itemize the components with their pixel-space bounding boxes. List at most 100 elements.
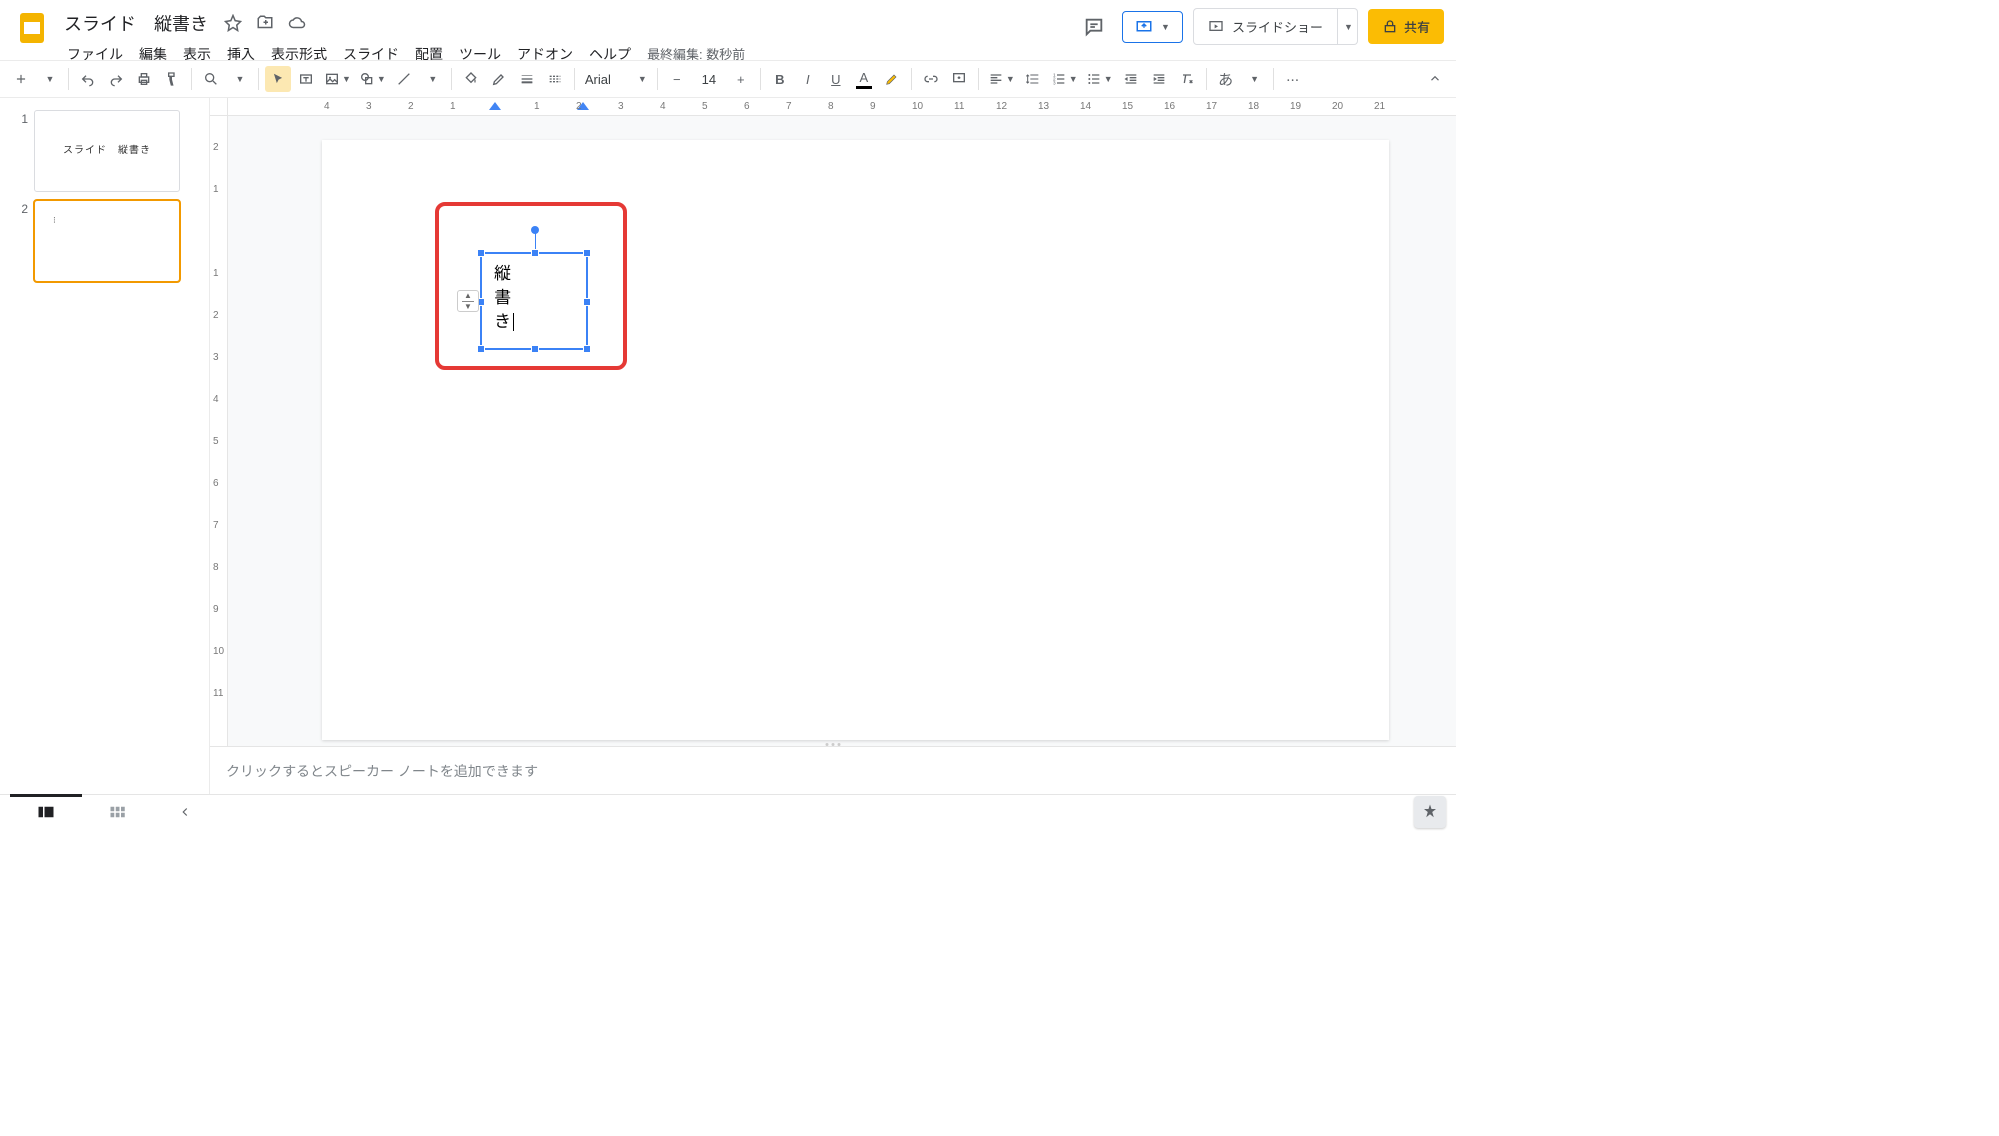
resize-handle-n[interactable] bbox=[531, 249, 539, 257]
ruler-tick: 2 bbox=[213, 310, 219, 321]
explore-button[interactable] bbox=[1414, 796, 1446, 828]
ruler-tick: 17 bbox=[1206, 101, 1217, 112]
thumb-number: 2 bbox=[18, 200, 28, 282]
highlight-button[interactable] bbox=[879, 66, 905, 92]
ruler-tick: 1 bbox=[450, 101, 456, 112]
ruler-tick: 9 bbox=[870, 101, 876, 112]
undo-button[interactable] bbox=[75, 66, 101, 92]
svg-text:3: 3 bbox=[1053, 80, 1056, 85]
slideshow-label: スライドショー bbox=[1232, 17, 1323, 36]
line-spacing-button[interactable] bbox=[1020, 66, 1046, 92]
bulleted-list-button[interactable]: ▼ bbox=[1083, 66, 1116, 92]
move-icon[interactable] bbox=[256, 14, 274, 32]
underline-button[interactable]: U bbox=[823, 66, 849, 92]
indent-decrease-button[interactable] bbox=[1118, 66, 1144, 92]
indent-left-marker-icon[interactable] bbox=[489, 102, 501, 114]
ruler-tick: 11 bbox=[954, 101, 964, 112]
indent-increase-button[interactable] bbox=[1146, 66, 1172, 92]
ruler-tick: 4 bbox=[324, 101, 330, 112]
horizontal-ruler[interactable]: 4321123456789101112131415161718192021 bbox=[228, 98, 1456, 115]
comments-icon[interactable] bbox=[1076, 9, 1112, 45]
text-color-button[interactable]: A bbox=[851, 66, 877, 92]
font-selector[interactable]: Arial▼ bbox=[581, 72, 651, 87]
more-button[interactable]: ⋯ bbox=[1280, 66, 1306, 92]
print-button[interactable] bbox=[131, 66, 157, 92]
ruler-tick: 1 bbox=[534, 101, 540, 112]
autofit-handle[interactable]: ▲▼ bbox=[457, 290, 479, 312]
resize-handle-sw[interactable] bbox=[477, 345, 485, 353]
notes-resize-grip[interactable] bbox=[826, 743, 841, 746]
input-method-button[interactable]: あ bbox=[1213, 66, 1239, 92]
thumb-number: 1 bbox=[18, 110, 28, 192]
select-tool-button[interactable] bbox=[265, 66, 291, 92]
new-slide-button[interactable] bbox=[8, 66, 34, 92]
vertical-ruler[interactable]: 211234567891011 bbox=[210, 116, 228, 746]
ruler-tick: 5 bbox=[213, 436, 219, 447]
italic-button[interactable]: I bbox=[795, 66, 821, 92]
border-weight-button[interactable] bbox=[514, 66, 540, 92]
input-method-dropdown[interactable]: ▼ bbox=[1241, 66, 1267, 92]
image-button[interactable]: ▼ bbox=[321, 66, 354, 92]
textbox[interactable]: ▲▼ 縦 書 き bbox=[480, 252, 588, 350]
numbered-list-button[interactable]: 123▼ bbox=[1048, 66, 1081, 92]
ruler-tick: 3 bbox=[366, 101, 372, 112]
resize-handle-se[interactable] bbox=[583, 345, 591, 353]
present-to-meeting-button[interactable]: ▼ bbox=[1122, 11, 1183, 43]
star-icon[interactable] bbox=[224, 14, 242, 32]
resize-handle-nw[interactable] bbox=[477, 249, 485, 257]
ruler-tick: 4 bbox=[660, 101, 666, 112]
resize-handle-s[interactable] bbox=[531, 345, 539, 353]
bold-button[interactable]: B bbox=[767, 66, 793, 92]
notes-placeholder: クリックするとスピーカー ノートを追加できます bbox=[226, 761, 538, 781]
ruler-tick: 18 bbox=[1248, 101, 1259, 112]
comment-button[interactable] bbox=[946, 66, 972, 92]
font-size-decrease[interactable]: − bbox=[664, 66, 690, 92]
rotate-handle[interactable] bbox=[531, 226, 539, 234]
ruler-tick: 8 bbox=[828, 101, 834, 112]
resize-handle-ne[interactable] bbox=[583, 249, 591, 257]
textbox-content[interactable]: 縦 書 き bbox=[494, 262, 514, 333]
slide-canvas[interactable]: ▲▼ 縦 書 き bbox=[322, 140, 1389, 740]
link-button[interactable] bbox=[918, 66, 944, 92]
share-button[interactable]: 共有 bbox=[1368, 9, 1444, 44]
zoom-dropdown[interactable]: ▼ bbox=[226, 66, 252, 92]
clear-formatting-button[interactable] bbox=[1174, 66, 1200, 92]
slides-logo[interactable] bbox=[12, 8, 52, 48]
doc-title[interactable]: スライド 縦書き bbox=[60, 8, 212, 38]
ruler-tick: 14 bbox=[1080, 101, 1091, 112]
ruler-tick: 20 bbox=[1332, 101, 1343, 112]
font-size-value[interactable]: 14 bbox=[692, 72, 726, 87]
align-button[interactable]: ▼ bbox=[985, 66, 1018, 92]
thumb-mini-text: ⁝ bbox=[53, 215, 56, 226]
speaker-notes-area[interactable]: クリックするとスピーカー ノートを追加できます bbox=[210, 746, 1456, 794]
redo-button[interactable] bbox=[103, 66, 129, 92]
slide-thumbnail-2[interactable]: ⁝ bbox=[34, 200, 180, 282]
cloud-status-icon[interactable] bbox=[288, 14, 306, 32]
new-slide-dropdown[interactable]: ▼ bbox=[36, 66, 62, 92]
border-color-button[interactable] bbox=[486, 66, 512, 92]
zoom-button[interactable] bbox=[198, 66, 224, 92]
shape-button[interactable]: ▼ bbox=[356, 66, 389, 92]
ruler-tick: 7 bbox=[786, 101, 792, 112]
font-size-increase[interactable]: + bbox=[728, 66, 754, 92]
slideshow-dropdown[interactable]: ▼ bbox=[1338, 8, 1358, 45]
text-cursor bbox=[513, 313, 514, 331]
grid-view-tab[interactable] bbox=[82, 795, 154, 829]
ruler-tick: 7 bbox=[213, 520, 219, 531]
slide-thumbnail-1[interactable]: スライド 縦書き bbox=[34, 110, 180, 192]
textbox-button[interactable] bbox=[293, 66, 319, 92]
filmstrip-view-tab[interactable] bbox=[10, 794, 82, 828]
fill-color-button[interactable] bbox=[458, 66, 484, 92]
slideshow-button[interactable]: スライドショー bbox=[1193, 8, 1338, 45]
border-dash-button[interactable] bbox=[542, 66, 568, 92]
share-label: 共有 bbox=[1404, 17, 1430, 36]
toolbar: ▼ ▼ ▼ ▼ ▼ Arial▼ − 14 + B I U A bbox=[0, 60, 1456, 98]
line-button[interactable] bbox=[391, 66, 417, 92]
collapse-toolbar-button[interactable] bbox=[1422, 66, 1448, 92]
paint-format-button[interactable] bbox=[159, 66, 185, 92]
ruler-tick: 19 bbox=[1290, 101, 1301, 112]
slide-stage[interactable]: ▲▼ 縦 書 き bbox=[228, 116, 1456, 746]
collapse-filmstrip-button[interactable] bbox=[178, 805, 192, 819]
resize-handle-e[interactable] bbox=[583, 298, 591, 306]
line-dropdown[interactable]: ▼ bbox=[419, 66, 445, 92]
